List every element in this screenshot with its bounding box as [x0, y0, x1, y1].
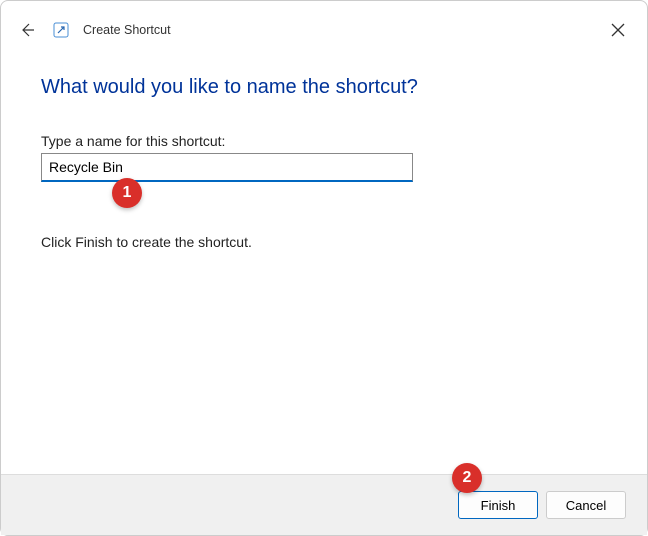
- shortcut-icon: [53, 22, 69, 38]
- back-arrow-icon[interactable]: [19, 22, 35, 38]
- input-label: Type a name for this shortcut:: [41, 133, 607, 149]
- footer-bar: Finish Cancel: [1, 474, 647, 535]
- hint-text: Click Finish to create the shortcut.: [41, 234, 607, 250]
- page-heading: What would you like to name the shortcut…: [41, 76, 607, 99]
- titlebar-title: Create Shortcut: [83, 23, 171, 37]
- cancel-button[interactable]: Cancel: [546, 491, 626, 519]
- annotation-marker-1: 1: [112, 178, 142, 208]
- finish-button[interactable]: Finish: [458, 491, 538, 519]
- shortcut-name-input[interactable]: [41, 153, 413, 182]
- titlebar: Create Shortcut: [1, 1, 647, 54]
- annotation-marker-2: 2: [452, 463, 482, 493]
- content-area: What would you like to name the shortcut…: [1, 54, 647, 250]
- close-icon[interactable]: [604, 16, 632, 44]
